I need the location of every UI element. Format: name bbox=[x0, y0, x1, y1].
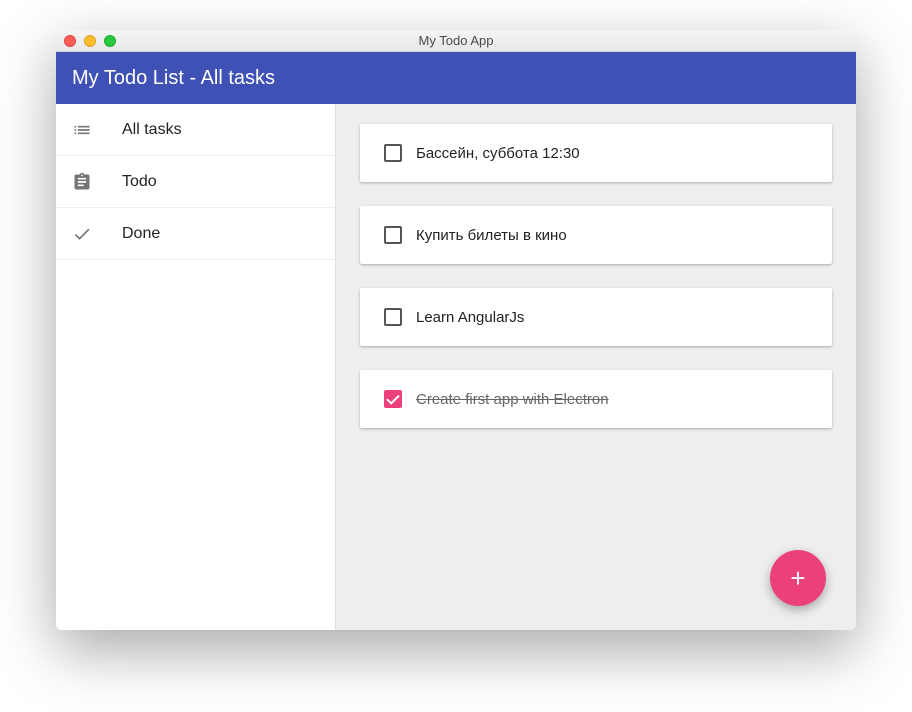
task-label: Бассейн, суббота 12:30 bbox=[416, 145, 580, 162]
window-title: My Todo App bbox=[419, 33, 494, 48]
add-task-button[interactable]: + bbox=[770, 550, 826, 606]
appbar-title: My Todo List - All tasks bbox=[72, 67, 275, 90]
task-item[interactable]: Create first app with Electron bbox=[360, 370, 832, 428]
task-item[interactable]: Купить билеты в кино bbox=[360, 206, 832, 264]
content-area: All tasks Todo Done Бассейн, суббота 12:… bbox=[56, 104, 856, 630]
check-icon bbox=[72, 224, 92, 244]
minimize-window-button[interactable] bbox=[84, 35, 96, 47]
task-checkbox[interactable] bbox=[384, 144, 402, 162]
sidebar-item-all-tasks[interactable]: All tasks bbox=[56, 104, 335, 156]
plus-icon: + bbox=[790, 563, 805, 594]
task-checkbox[interactable] bbox=[384, 308, 402, 326]
task-item[interactable]: Learn AngularJs bbox=[360, 288, 832, 346]
app-window: My Todo App My Todo List - All tasks All… bbox=[56, 30, 856, 630]
maximize-window-button[interactable] bbox=[104, 35, 116, 47]
task-label: Learn AngularJs bbox=[416, 309, 524, 326]
close-window-button[interactable] bbox=[64, 35, 76, 47]
task-item[interactable]: Бассейн, суббота 12:30 bbox=[360, 124, 832, 182]
sidebar-item-todo[interactable]: Todo bbox=[56, 156, 335, 208]
task-checkbox[interactable] bbox=[384, 226, 402, 244]
sidebar-item-label: Done bbox=[122, 225, 160, 243]
task-checkbox[interactable] bbox=[384, 390, 402, 408]
sidebar-item-done[interactable]: Done bbox=[56, 208, 335, 260]
appbar: My Todo List - All tasks bbox=[56, 52, 856, 104]
task-label: Create first app with Electron bbox=[416, 391, 609, 408]
task-label: Купить билеты в кино bbox=[416, 227, 567, 244]
sidebar-item-label: All tasks bbox=[122, 121, 182, 139]
sidebar-item-label: Todo bbox=[122, 173, 157, 191]
main-panel: Бассейн, суббота 12:30 Купить билеты в к… bbox=[336, 104, 856, 630]
list-icon bbox=[72, 120, 92, 140]
sidebar: All tasks Todo Done bbox=[56, 104, 336, 630]
clipboard-icon bbox=[72, 172, 92, 192]
traffic-lights bbox=[64, 35, 116, 47]
titlebar: My Todo App bbox=[56, 30, 856, 52]
